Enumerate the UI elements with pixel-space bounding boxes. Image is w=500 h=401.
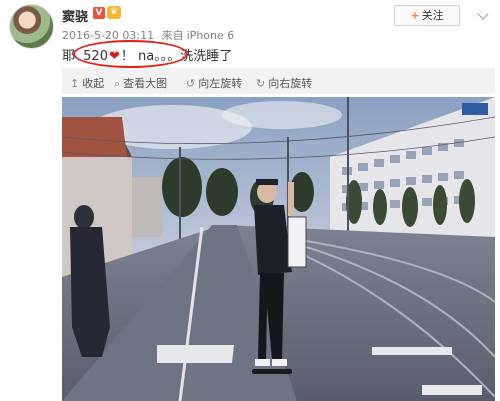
- street-scene-illustration: [62, 97, 495, 401]
- rotate-right-button[interactable]: ↻ 向右旋转: [256, 75, 312, 91]
- rotate-right-icon: ↻: [256, 77, 266, 90]
- username[interactable]: 窦骁: [62, 6, 88, 25]
- chevron-down-icon[interactable]: [477, 8, 489, 20]
- collapse-button[interactable]: ↥ 收起: [70, 75, 104, 91]
- rotate-left-icon: ↺: [186, 77, 196, 90]
- follow-label: 关注: [421, 9, 444, 22]
- rotate-left-label: 向左旋转: [198, 77, 243, 90]
- plus-icon: +: [410, 9, 420, 22]
- collapse-label: 收起: [82, 77, 105, 90]
- verified-badge-icon: V: [93, 7, 105, 19]
- rotate-left-button[interactable]: ↺ 向左旋转: [186, 75, 242, 91]
- image-toolbar: ↥ 收起 ⌕ 查看大图 ↺ 向左旋转 ↻ 向右旋转: [62, 68, 495, 94]
- red-circle-annotation: [73, 40, 188, 68]
- avatar[interactable]: [9, 4, 54, 49]
- source-prefix: 来自: [161, 29, 184, 42]
- magnify-icon: ⌕: [114, 77, 121, 90]
- view-large-button[interactable]: ⌕ 查看大图: [114, 75, 167, 91]
- collapse-icon: ↥: [70, 77, 80, 90]
- follow-button[interactable]: + 关注: [394, 5, 460, 26]
- member-crown-icon: ♛: [107, 6, 121, 19]
- view-large-label: 查看大图: [123, 77, 168, 90]
- post-photo[interactable]: [62, 97, 495, 401]
- rotate-right-label: 向右旋转: [268, 77, 313, 90]
- post-source: iPhone 6: [186, 29, 235, 42]
